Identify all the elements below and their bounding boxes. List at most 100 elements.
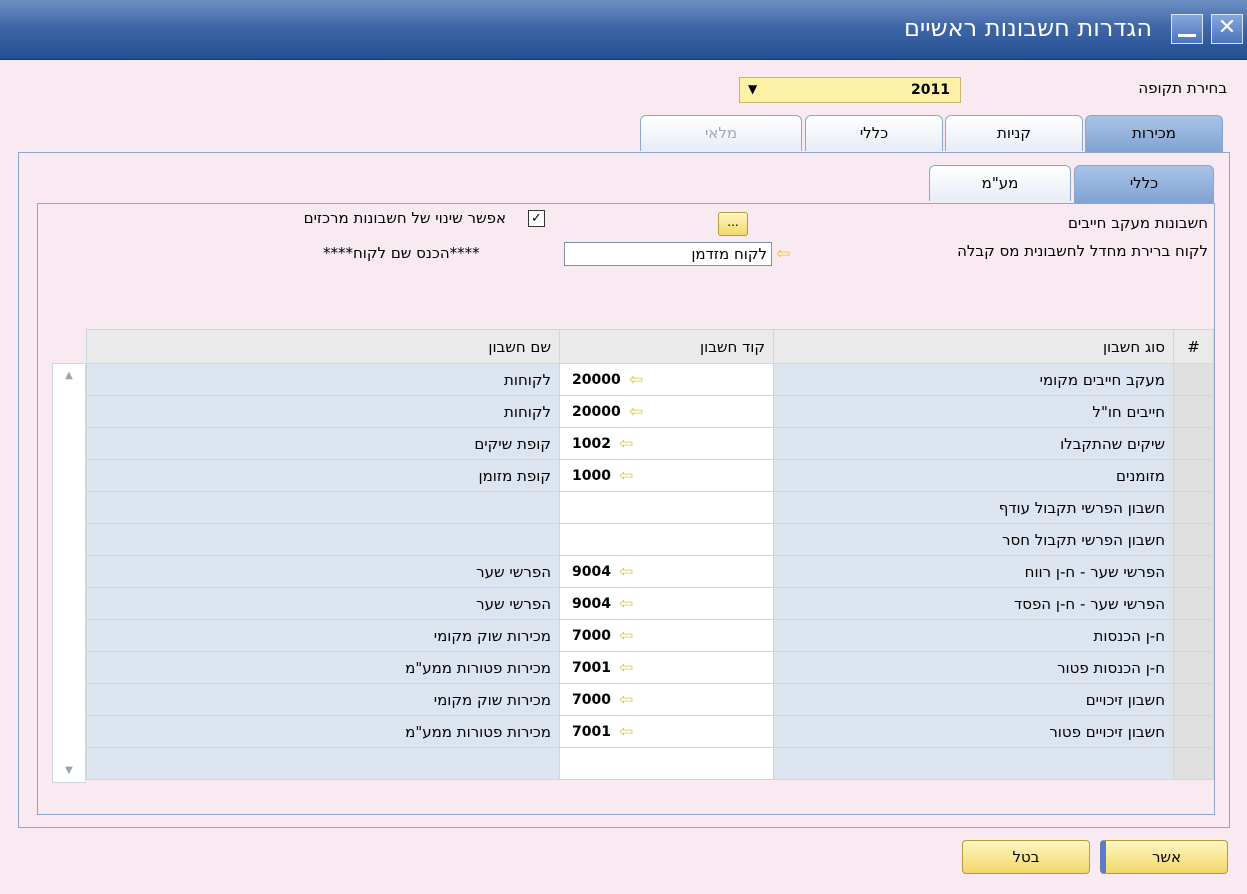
- account-code-cell[interactable]: [559, 747, 774, 780]
- allow-change-checkbox[interactable]: ✓: [528, 210, 545, 227]
- grid-header-row: # סוג חשבון קוד חשבון שם חשבון: [86, 329, 1214, 364]
- close-icon[interactable]: ✕: [1211, 14, 1243, 44]
- tab-inventory[interactable]: מלאי: [640, 115, 802, 151]
- table-row[interactable]: שיקים שהתקבלו ⇦ 1002 קופת שיקים: [86, 427, 1214, 460]
- account-code-cell[interactable]: [559, 491, 774, 524]
- account-type-cell: חשבון זיכויים פטור: [773, 715, 1174, 748]
- window-title: הגדרות חשבונות ראשיים: [903, 14, 1152, 42]
- row-number-cell[interactable]: [1173, 427, 1214, 460]
- row-number-cell[interactable]: [1173, 523, 1214, 556]
- link-arrow-icon[interactable]: ⇦: [619, 691, 633, 709]
- table-row[interactable]: מזומנים ⇦ 1000 קופת מזומן: [86, 459, 1214, 492]
- link-arrow-icon[interactable]: ⇦: [629, 371, 643, 389]
- account-code-cell[interactable]: [559, 523, 774, 556]
- subtab-general[interactable]: כללי: [1074, 165, 1214, 203]
- link-arrow-icon[interactable]: ⇦: [619, 659, 633, 677]
- account-name-cell: הפרשי שער: [86, 587, 560, 620]
- account-code-cell[interactable]: ⇦ 7000: [559, 683, 774, 716]
- row-number-cell[interactable]: [1173, 619, 1214, 652]
- row-number-cell[interactable]: [1173, 491, 1214, 524]
- account-type-cell: חשבון הפרשי תקבול חסר: [773, 523, 1174, 556]
- account-code-cell[interactable]: ⇦ 7000: [559, 619, 774, 652]
- link-arrow-icon[interactable]: ⇦: [619, 627, 633, 645]
- account-type-cell: [773, 747, 1174, 780]
- account-type-cell: הפרשי שער - ח-ן רווח: [773, 555, 1174, 588]
- col-header-account-name[interactable]: שם חשבון: [86, 329, 560, 364]
- account-name-cell: מכירות פטורות ממע"מ: [86, 715, 560, 748]
- link-arrow-icon[interactable]: ⇦: [619, 723, 633, 741]
- account-name-cell: קופת מזומן: [86, 459, 560, 492]
- link-arrow-icon[interactable]: ⇦: [619, 435, 633, 453]
- default-customer-field[interactable]: לקוח מזדמן: [564, 242, 772, 266]
- grid-scrollbar[interactable]: ▲ ▼: [52, 363, 86, 783]
- table-row[interactable]: חשבון הפרשי תקבול עודף: [86, 491, 1214, 524]
- account-code-cell[interactable]: ⇦ 20000: [559, 363, 774, 396]
- account-type-cell: חשבון הפרשי תקבול עודף: [773, 491, 1174, 524]
- account-code-cell[interactable]: ⇦ 20000: [559, 395, 774, 428]
- account-code-value: 7001: [572, 724, 611, 741]
- table-row[interactable]: [86, 747, 1214, 780]
- table-row[interactable]: חשבון זיכויים פטור ⇦ 7001 מכירות פטורות ממע…: [86, 715, 1214, 748]
- default-customer-label: לקוח ברירת מחדל לחשבונית מס קבלה: [957, 242, 1208, 260]
- account-type-cell: ח-ן הכנסות פטור: [773, 651, 1174, 684]
- account-code-cell[interactable]: ⇦ 9004: [559, 555, 774, 588]
- table-row[interactable]: הפרשי שער - ח-ן רווח ⇦ 9004 הפרשי שער: [86, 555, 1214, 588]
- account-type-cell: ח-ן הכנסות: [773, 619, 1174, 652]
- account-code-cell[interactable]: ⇦ 9004: [559, 587, 774, 620]
- account-type-cell: הפרשי שער - ח-ן הפסד: [773, 587, 1174, 620]
- row-number-cell[interactable]: [1173, 459, 1214, 492]
- tab-general[interactable]: כללי: [805, 115, 943, 151]
- account-name-cell: מכירות שוק מקומי: [86, 619, 560, 652]
- ar-accounts-label: חשבונות מעקב חייבים: [1067, 214, 1208, 232]
- general-subtab-panel: חשבונות מעקב חייבים ... ✓ אפשר שינוי של …: [37, 203, 1215, 815]
- scroll-down-icon[interactable]: ▼: [53, 765, 85, 776]
- table-row[interactable]: חשבון הפרשי תקבול חסר: [86, 523, 1214, 556]
- table-row[interactable]: חייבים חו"ל ⇦ 20000 לקוחות: [86, 395, 1214, 428]
- account-name-cell: הפרשי שער: [86, 555, 560, 588]
- table-row[interactable]: הפרשי שער - ח-ן הפסד ⇦ 9004 הפרשי שער: [86, 587, 1214, 620]
- subtab-vat[interactable]: מע"מ: [929, 165, 1071, 201]
- row-number-cell[interactable]: [1173, 683, 1214, 716]
- account-code-cell[interactable]: ⇦ 1002: [559, 427, 774, 460]
- period-label: בחירת תקופה: [1138, 79, 1227, 97]
- col-header-account-code[interactable]: קוד חשבון: [559, 329, 774, 364]
- tab-purchasing[interactable]: קניות: [945, 115, 1083, 151]
- table-row[interactable]: חשבון זיכויים ⇦ 7000 מכירות שוק מקומי: [86, 683, 1214, 716]
- row-number-cell[interactable]: [1173, 715, 1214, 748]
- account-name-cell: מכירות שוק מקומי: [86, 683, 560, 716]
- table-row[interactable]: מעקב חייבים מקומי ⇦ 20000 לקוחות: [86, 363, 1214, 396]
- link-arrow-icon[interactable]: ⇦: [619, 563, 633, 581]
- account-code-cell[interactable]: ⇦ 1000: [559, 459, 774, 492]
- link-arrow-icon[interactable]: ⇦: [619, 467, 633, 485]
- account-name-cell: מכירות פטורות ממע"מ: [86, 651, 560, 684]
- link-arrow-icon[interactable]: ⇦: [619, 595, 633, 613]
- col-header-account-type[interactable]: סוג חשבון: [773, 329, 1174, 364]
- scroll-up-icon[interactable]: ▲: [53, 370, 85, 381]
- allow-change-label: אפשר שינוי של חשבונות מרכזים: [303, 209, 506, 227]
- account-type-cell: חייבים חו"ל: [773, 395, 1174, 428]
- row-number-cell[interactable]: [1173, 651, 1214, 684]
- account-code-cell[interactable]: ⇦ 7001: [559, 715, 774, 748]
- row-number-cell[interactable]: [1173, 363, 1214, 396]
- row-number-cell[interactable]: [1173, 555, 1214, 588]
- link-arrow-icon[interactable]: ⇦: [776, 246, 790, 263]
- minimize-icon[interactable]: [1171, 14, 1203, 44]
- account-name-cell: לקוחות: [86, 395, 560, 428]
- period-select[interactable]: ▼ 2011: [739, 77, 961, 103]
- ar-accounts-browse-button[interactable]: ...: [718, 212, 748, 236]
- account-code-value: 7000: [572, 628, 611, 645]
- account-code-value: 7000: [572, 692, 611, 709]
- chevron-down-icon[interactable]: ▼: [748, 82, 757, 96]
- row-number-cell[interactable]: [1173, 587, 1214, 620]
- row-number-cell[interactable]: [1173, 747, 1214, 780]
- account-code-cell[interactable]: ⇦ 7001: [559, 651, 774, 684]
- cancel-button[interactable]: בטל: [962, 840, 1090, 874]
- table-row[interactable]: ח-ן הכנסות פטור ⇦ 7001 מכירות פטורות ממע"מ: [86, 651, 1214, 684]
- ok-button[interactable]: אשר: [1100, 840, 1228, 874]
- tab-sales[interactable]: מכירות: [1085, 115, 1223, 153]
- link-arrow-icon[interactable]: ⇦: [629, 403, 643, 421]
- accounts-grid: # סוג חשבון קוד חשבון שם חשבון מעקב חייב…: [52, 329, 1214, 797]
- table-row[interactable]: ח-ן הכנסות ⇦ 7000 מכירות שוק מקומי: [86, 619, 1214, 652]
- account-code-value: 1000: [572, 468, 611, 485]
- row-number-cell[interactable]: [1173, 395, 1214, 428]
